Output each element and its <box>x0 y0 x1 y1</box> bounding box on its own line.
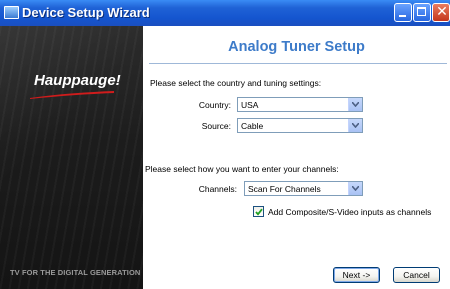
minimize-button[interactable] <box>394 3 412 22</box>
checkmark-icon <box>255 208 263 216</box>
brand-panel: Hauppauge! TV FOR THE DIGITAL GENERATION <box>0 26 143 289</box>
app-window-icon <box>4 6 19 19</box>
channels-select-value: Scan For Channels <box>248 184 321 194</box>
hauppauge-logo: Hauppauge! <box>34 72 121 89</box>
chevron-down-icon[interactable] <box>348 98 362 111</box>
wizard-content: Analog Tuner Setup Please select the cou… <box>143 26 450 289</box>
country-prompt: Please select the country and tuning set… <box>150 78 322 88</box>
source-select-value: Cable <box>241 121 264 131</box>
maximize-button[interactable] <box>413 3 431 22</box>
country-select[interactable]: USA <box>237 97 363 112</box>
channels-select[interactable]: Scan For Channels <box>244 181 363 196</box>
source-label: Source: <box>201 121 231 131</box>
country-select-value: USA <box>241 100 259 110</box>
channels-prompt: Please select how you want to enter your… <box>145 164 339 174</box>
minimize-icon <box>399 15 406 17</box>
close-icon: ✕ <box>436 4 448 20</box>
country-label: Country: <box>198 100 231 110</box>
title-bar[interactable]: Device Setup Wizard ✕ <box>0 0 450 26</box>
channels-label: Channels: <box>198 184 237 194</box>
brand-tagline: TV FOR THE DIGITAL GENERATION <box>10 268 141 277</box>
composite-checkbox[interactable] <box>253 206 264 217</box>
cancel-button[interactable]: Cancel <box>393 267 440 283</box>
maximize-icon <box>417 7 426 16</box>
source-select[interactable]: Cable <box>237 118 363 133</box>
page-title: Analog Tuner Setup <box>228 39 365 55</box>
composite-checkbox-label[interactable]: Add Composite/S-Video inputs as channels <box>268 207 431 217</box>
close-button[interactable]: ✕ <box>432 3 450 22</box>
logo-swoosh-icon <box>30 91 114 99</box>
next-button[interactable]: Next -> <box>333 267 380 283</box>
window-title: Device Setup Wizard <box>22 5 150 20</box>
chevron-down-icon[interactable] <box>348 119 362 132</box>
device-setup-wizard-window: Device Setup Wizard ✕ Hauppauge! TV FOR … <box>0 0 450 289</box>
chevron-down-icon[interactable] <box>348 182 362 195</box>
title-divider <box>149 63 447 64</box>
